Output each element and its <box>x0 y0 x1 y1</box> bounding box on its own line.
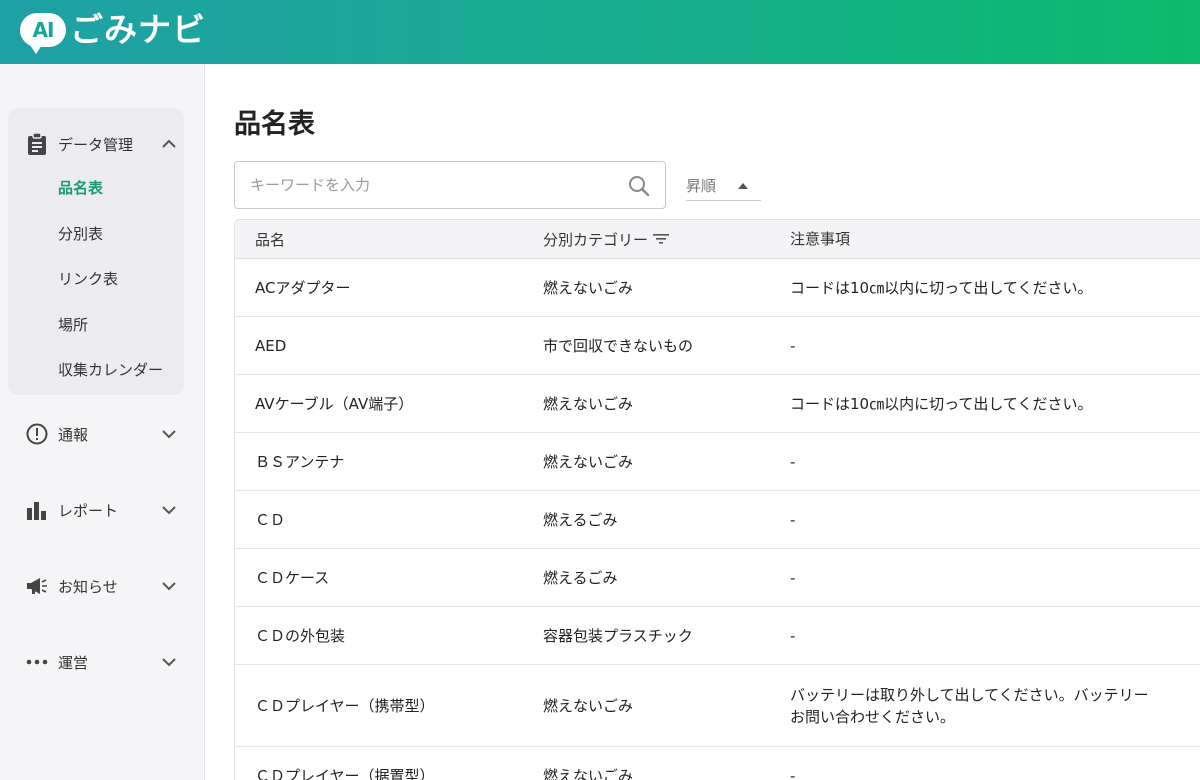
search-input[interactable] <box>236 163 616 207</box>
cell-name: ＣＤプレイヤー（携帯型） <box>255 697 435 715</box>
cell-category: 燃えないごみ <box>543 767 634 780</box>
cell-note: - <box>790 766 796 780</box>
logo-text: ごみナビ <box>70 10 206 49</box>
table-row[interactable]: ACアダプター 燃えないごみ コードは10㎝以内に切って出してください。 <box>235 259 1200 317</box>
table-row[interactable]: ＣＤ 燃えるごみ - <box>235 491 1200 549</box>
sidebar-group-label: データ管理 <box>58 135 134 154</box>
cell-note-line: バッテリーは取り外して出してください。バッテリー <box>790 685 1149 704</box>
chevron-down-icon <box>162 579 176 593</box>
chevron-down-icon <box>162 427 176 441</box>
table-header: 品名 分別カテゴリー 注意事項 <box>235 220 1200 259</box>
cell-note: - <box>790 510 796 529</box>
cell-note: - <box>790 336 796 355</box>
table-row[interactable]: AVケーブル（AV端子） 燃えないごみ コードは10㎝以内に切って出してください… <box>235 375 1200 433</box>
cell-category: 容器包装プラスチック <box>543 627 693 645</box>
search-icon[interactable] <box>627 174 651 198</box>
cell-category: 燃えないごみ <box>543 453 634 471</box>
chevron-up-icon <box>162 137 176 151</box>
chevron-down-icon <box>162 503 176 517</box>
cell-name: ＣＤケース <box>255 569 330 587</box>
cell-note: バッテリーは取り外して出してください。バッテリー お問い合わせください。 <box>790 684 1200 728</box>
column-header-name[interactable]: 品名 <box>235 229 543 250</box>
sidebar-group-label: 通報 <box>58 425 89 444</box>
table-row[interactable]: ＣＤプレイヤー（据置型） 燃えないごみ - <box>235 747 1200 780</box>
sidebar-item-link-table[interactable]: リンク表 <box>58 268 118 290</box>
cell-name: AED <box>255 336 287 355</box>
cell-category: 燃えるごみ <box>543 511 618 529</box>
table-row[interactable]: ＣＤの外包装 容器包装プラスチック - <box>235 607 1200 665</box>
alert-circle-icon <box>26 423 48 445</box>
sidebar-item-locations[interactable]: 場所 <box>58 314 88 336</box>
sidebar-group-report[interactable]: レポート <box>26 496 176 524</box>
cell-note: - <box>790 626 796 645</box>
cell-name: ＣＤプレイヤー（据置型） <box>255 767 435 780</box>
sidebar-group-operations[interactable]: 運営 <box>26 648 176 676</box>
clipboard-icon <box>26 133 48 155</box>
sort-label: 昇順 <box>686 177 717 195</box>
column-header-category[interactable]: 分別カテゴリー <box>543 229 790 250</box>
cell-note: - <box>790 568 796 587</box>
app-logo[interactable]: AI ごみナビ <box>20 10 206 54</box>
sort-select[interactable]: 昇順 <box>686 171 761 201</box>
main-content: 品名表 昇順 品名 分別カテゴリー 注意事項 ACアダプター 燃えないごみ コー… <box>206 64 1200 780</box>
cell-name: AVケーブル（AV端子） <box>255 395 414 413</box>
filter-icon[interactable] <box>652 232 670 246</box>
cell-name: ＣＤ <box>255 511 286 529</box>
table-row[interactable]: ＣＤケース 燃えるごみ - <box>235 549 1200 607</box>
cell-note: - <box>790 452 796 471</box>
cell-category: 燃えないごみ <box>543 279 634 297</box>
column-header-category-label: 分別カテゴリー <box>543 230 649 249</box>
cell-note-line: お問い合わせください。 <box>790 707 956 726</box>
cell-note: コードは10㎝以内に切って出してください。 <box>790 394 1093 413</box>
sidebar-item-product-list[interactable]: 品名表 <box>58 177 103 199</box>
sidebar-group-label: お知らせ <box>58 577 118 596</box>
sidebar-group-reports-alerts[interactable]: 通報 <box>26 420 176 448</box>
sidebar-item-collection-calendar[interactable]: 収集カレンダー <box>58 359 163 381</box>
table-row[interactable]: ＣＤプレイヤー（携帯型） 燃えないごみ バッテリーは取り外して出してください。バ… <box>235 665 1200 747</box>
sort-up-arrow-icon <box>738 182 749 189</box>
cell-category: 燃えないごみ <box>543 395 634 413</box>
page-title: 品名表 <box>234 109 315 140</box>
cell-name: ACアダプター <box>255 279 351 297</box>
more-dots-icon <box>26 651 48 673</box>
product-table: 品名 分別カテゴリー 注意事項 ACアダプター 燃えないごみ コードは10㎝以内… <box>234 219 1200 780</box>
cell-category: 燃えるごみ <box>543 569 618 587</box>
bar-chart-icon <box>26 499 48 521</box>
table-row[interactable]: ＢＳアンテナ 燃えないごみ - <box>235 433 1200 491</box>
megaphone-icon <box>26 575 48 597</box>
sidebar: データ管理 品名表 分別表 リンク表 場所 収集カレンダー 通報 レポート お知… <box>0 64 205 780</box>
logo-badge: AI <box>20 13 66 54</box>
sidebar-group-label: 運営 <box>58 653 89 672</box>
search-box[interactable] <box>234 161 666 209</box>
app-header: AI ごみナビ <box>0 0 1200 64</box>
sidebar-item-sorting-table[interactable]: 分別表 <box>58 223 103 245</box>
sidebar-group-data-management[interactable]: データ管理 <box>26 130 176 158</box>
sidebar-group-announcements[interactable]: お知らせ <box>26 572 176 600</box>
sidebar-group-label: レポート <box>58 501 119 520</box>
cell-name: ＣＤの外包装 <box>255 627 346 645</box>
chevron-down-icon <box>162 655 176 669</box>
column-header-notes[interactable]: 注意事項 <box>790 228 1200 250</box>
cell-category: 市で回収できないもの <box>543 337 694 355</box>
cell-note: コードは10㎝以内に切って出してください。 <box>790 278 1093 297</box>
cell-category: 燃えないごみ <box>543 697 634 715</box>
table-row[interactable]: AED 市で回収できないもの - <box>235 317 1200 375</box>
cell-name: ＢＳアンテナ <box>255 453 345 471</box>
